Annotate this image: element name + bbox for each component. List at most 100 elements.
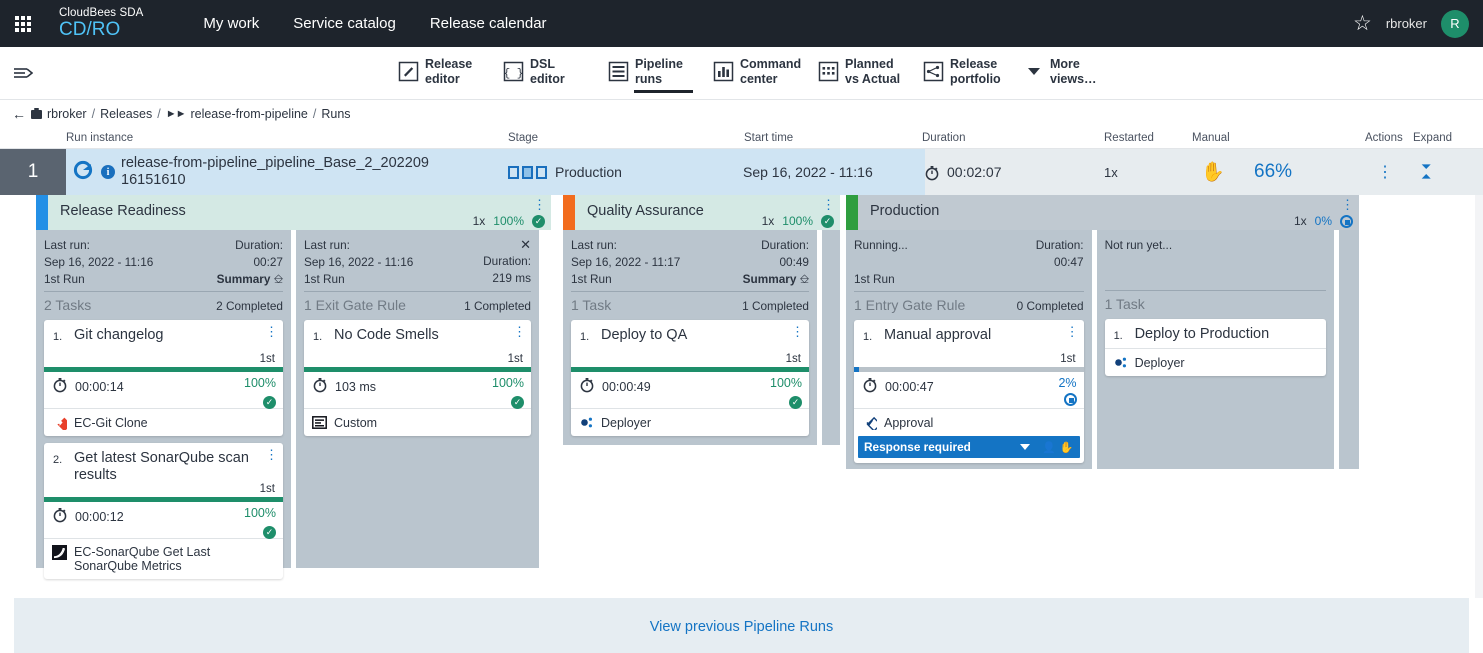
lane-spacer [1339, 230, 1359, 469]
lane-duration-label: Duration: [235, 238, 283, 252]
breadcrumb-pipeline[interactable]: release-from-pipeline [190, 107, 307, 121]
rule-footer-label: Approval [884, 415, 934, 430]
task-number: 1. [1113, 330, 1123, 342]
lane-duration-block: Duration: 00:27 Summary ⎒ [217, 237, 283, 288]
task-title: Deploy to Production [1134, 326, 1270, 342]
tab-pipeline-runs[interactable]: Pipeline runs [608, 57, 693, 93]
info-icon[interactable]: i [101, 165, 115, 179]
check-circle-icon: ✓ [821, 215, 834, 228]
task-kebab-icon[interactable]: ⋮ [265, 324, 278, 340]
task-card[interactable]: 1. Deploy to Production Deployer [1104, 319, 1327, 377]
run-name[interactable]: release-from-pipeline_pipeline_Base_2_20… [121, 155, 471, 189]
nav-my-work[interactable]: My work [203, 15, 259, 32]
check-circle-icon: ✓ [532, 215, 545, 228]
check-circle-icon: ✓ [263, 396, 276, 410]
nav-release-calendar[interactable]: Release calendar [430, 15, 547, 32]
lane-last-run-label: Last run: [44, 238, 90, 252]
breadcrumb-sep-2: / [157, 106, 161, 121]
tab-dsl-editor[interactable]: { } DSL editor [503, 57, 588, 89]
lane-group-count: 1 Completed [464, 299, 531, 314]
lane-exit-gate: ✕ Last run: Sep 16, 2022 - 11:16 1st Run… [296, 230, 539, 568]
run-restarted: 1x [1104, 164, 1118, 180]
tab-release-portfolio-label: Release portfolio [950, 57, 1001, 86]
stage-kebab-icon[interactable]: ⋮ [822, 197, 835, 213]
tab-more-views[interactable]: More views… [1028, 57, 1108, 89]
stage-header: Production ⋮ 1x 0% [846, 195, 1359, 230]
deployer-icon [579, 415, 594, 430]
primary-nav: My work Service catalog Release calendar [203, 15, 546, 32]
open-panel-icon[interactable]: ⎒ [274, 272, 283, 286]
breadcrumb-project[interactable]: rbroker [47, 107, 87, 121]
lane-group-row: 1 Task [1104, 290, 1327, 312]
lane-tasks: Not run yet... 1 Task 1. Deploy to Produ… [1096, 230, 1335, 469]
stage-kebab-icon[interactable]: ⋮ [1341, 197, 1354, 213]
bar-chart-box-icon [713, 61, 734, 82]
arrow-left-icon[interactable]: ← [12, 106, 26, 122]
tab-release-editor[interactable]: Release editor [398, 57, 483, 89]
rule-percent: 2% [1058, 376, 1077, 391]
lane-summary-link[interactable]: Summary [217, 272, 271, 286]
table-row[interactable]: 1 i release-from-pipeline_pipeline_Base_… [0, 149, 1483, 195]
person-icon[interactable]: 👤 [1042, 441, 1056, 454]
open-panel-icon[interactable]: ⎒ [800, 272, 809, 286]
favorite-star-icon[interactable]: ☆ [1353, 13, 1372, 34]
hand-icon[interactable]: ✋ [1060, 441, 1074, 454]
rule-kebab-icon[interactable]: ⋮ [513, 324, 526, 340]
col-expand: Expand [1413, 131, 1453, 144]
stage-meta: 1x 100% ✓ [762, 214, 834, 228]
tab-command-center[interactable]: Command center [713, 57, 801, 89]
task-card[interactable]: 2. Get latest SonarQube scan results ⋮ 1… [44, 443, 283, 579]
run-expand-icon[interactable]: ⏷ ⏶ [1421, 160, 1431, 183]
vertical-scrollbar[interactable] [1475, 195, 1483, 598]
run-row-body: i release-from-pipeline_pipeline_Base_2_… [66, 149, 1483, 195]
brand-line-1: CloudBees SDA [59, 7, 144, 19]
refresh-circle-icon[interactable] [72, 159, 94, 186]
task-card[interactable]: 1. Deploy to QA ⋮ 1st 00:00:49 100% ✓ De… [571, 320, 809, 437]
tab-release-portfolio[interactable]: Release portfolio [923, 57, 1008, 89]
breadcrumb-sep-3: / [312, 106, 317, 121]
response-required-dropdown[interactable]: Response required 👤 ✋ [858, 436, 1080, 459]
stage-meta: 1x 100% ✓ [473, 214, 545, 228]
rule-time: 00:00:47 [885, 380, 934, 395]
run-stage-cell: Production [508, 164, 622, 180]
rule-kebab-icon[interactable]: ⋮ [1066, 324, 1079, 340]
lane-summary-header: Not run yet... [1105, 237, 1327, 287]
task-title: Deploy to QA [601, 327, 688, 344]
check-circle-icon: ✓ [511, 396, 524, 410]
collapse-sidebar-icon[interactable] [0, 66, 46, 80]
nav-service-catalog[interactable]: Service catalog [293, 15, 396, 32]
gate-rule-card[interactable]: 1. No Code Smells ⋮ 1st 103 ms 100% ✓ Cu… [304, 320, 531, 437]
lane-duration-value: 00:27 [253, 255, 283, 270]
avatar[interactable]: R [1441, 9, 1469, 38]
chevron-down-icon[interactable] [1020, 444, 1031, 451]
lane-group-count: 1 Completed [742, 299, 809, 314]
braces-box-icon: { } [503, 61, 524, 82]
view-previous-runs-link[interactable]: View previous Pipeline Runs [650, 619, 834, 635]
task-kebab-icon[interactable]: ⋮ [791, 324, 804, 340]
run-actions-kebab-icon[interactable]: ⋮ [1377, 162, 1393, 182]
stage-percent: 100% [782, 214, 813, 228]
tab-planned-vs-actual[interactable]: Planned vs Actual [818, 57, 903, 89]
stopwatch-icon [52, 377, 67, 393]
lane-summary-link[interactable]: Summary [743, 272, 797, 286]
lane-duration-value: 00:49 [779, 255, 809, 270]
lane-last-run-label: Not run yet... [1104, 238, 1173, 252]
task-footer-label: EC-SonarQube Get Last SonarQube Metrics [74, 544, 211, 573]
task-title: Get latest SonarQube scan results [74, 450, 249, 483]
stage-lanes: Last run: Sep 16, 2022 - 11:16 1st Run D… [36, 230, 551, 579]
stage-accent-bar [563, 195, 575, 230]
apps-grid-icon[interactable] [0, 15, 46, 32]
gate-rule-card[interactable]: 1. Manual approval ⋮ 1st 00:00:47 2% App… [854, 320, 1084, 464]
stage-restarted: 1x [472, 214, 486, 228]
task-kebab-icon[interactable]: ⋮ [265, 447, 278, 463]
task-ordinal: 1st [259, 482, 275, 495]
stage-kebab-icon[interactable]: ⋮ [533, 197, 546, 213]
lane-duration-value: 00:47 [1054, 255, 1084, 270]
breadcrumb-releases[interactable]: Releases [100, 107, 152, 121]
deployer-icon [1113, 355, 1128, 370]
col-duration: Duration [922, 131, 966, 144]
brand-logo[interactable]: CloudBees SDA CD/RO [59, 7, 143, 40]
task-card[interactable]: 1. Git changelog ⋮ 1st 00:00:14 100% ✓ E… [44, 320, 283, 437]
briefcase-icon [31, 107, 42, 119]
task-time: 00:00:14 [75, 380, 124, 395]
